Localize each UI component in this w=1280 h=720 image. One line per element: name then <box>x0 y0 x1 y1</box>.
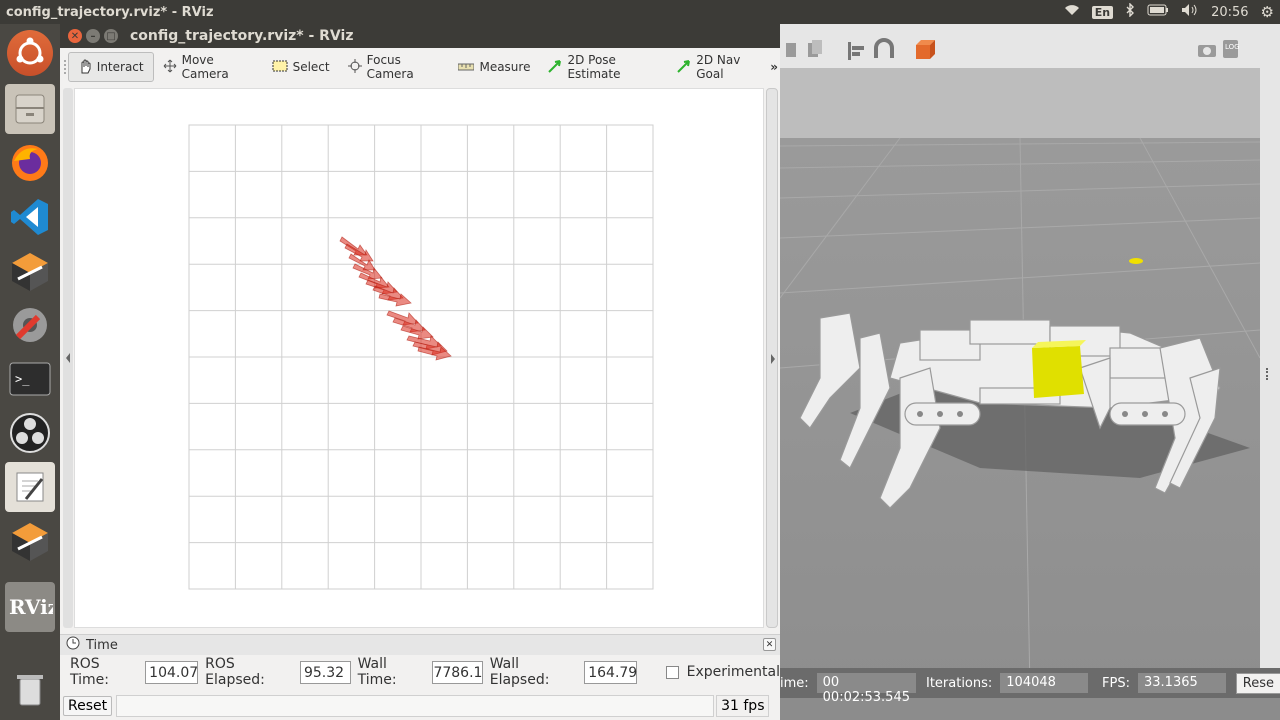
rviz-status-bar: Reset 31 fps <box>60 692 780 720</box>
tool-measure-label: Measure <box>479 60 531 74</box>
gazebo-view-angle-icon <box>916 40 935 59</box>
left-panel-collapse-handle[interactable] <box>63 88 73 628</box>
gazebo-copy-icon <box>786 40 822 57</box>
tool-focus-camera-label: Focus Camera <box>366 53 414 81</box>
vscode-icon[interactable] <box>5 192 55 242</box>
right-panel-collapse-handle[interactable] <box>766 88 778 628</box>
launcher-sidebar: >_ RViz <box>0 24 60 720</box>
ubuntu-dash-icon[interactable] <box>7 30 53 76</box>
minimize-window-icon[interactable]: – <box>86 29 100 43</box>
svg-text:LOG: LOG <box>1225 43 1240 51</box>
gazebo-app-icon-2[interactable] <box>5 516 55 566</box>
green-arrow-icon-2 <box>677 59 691 76</box>
gazebo-fps-value: 33.1365 <box>1138 673 1226 693</box>
move-arrows-icon <box>163 59 177 76</box>
text-editor-icon[interactable] <box>5 462 55 512</box>
grid <box>188 124 654 590</box>
system-tray: En 20:56 ⚙ <box>1064 0 1274 24</box>
ros-elapsed-label: ROS Elapsed: <box>205 656 265 688</box>
tool-select[interactable]: Select <box>263 52 339 82</box>
gazebo-app-icon[interactable] <box>5 246 55 296</box>
time-panel-header: Time ✕ <box>60 635 780 655</box>
close-panel-icon[interactable]: ✕ <box>763 638 776 651</box>
goal-marker <box>1129 258 1143 264</box>
trash-icon[interactable] <box>5 664 55 714</box>
ros-elapsed-field[interactable]: 95.32 <box>299 660 351 684</box>
crosshair-icon <box>347 58 362 76</box>
status-message-area <box>116 695 715 717</box>
ruler-icon <box>457 60 475 74</box>
gazebo-log-icon: LOG <box>1223 40 1240 58</box>
clock[interactable]: 20:56 <box>1211 5 1248 20</box>
terminal-icon[interactable]: >_ <box>5 354 55 404</box>
tool-select-label: Select <box>292 60 330 74</box>
time-panel: Time ✕ ROS Time: 104.07 ROS Elapsed: 95.… <box>60 634 780 690</box>
tool-interact[interactable]: Interact <box>67 52 154 82</box>
system-top-bar: config_trajectory.rviz* - RViz En 20:56 … <box>0 0 1280 24</box>
tool-2d-pose-estimate-label: 2D Pose Estimate <box>567 53 621 81</box>
rviz-title-bar: ✕ – □ config_trajectory.rviz* - RViz <box>60 24 780 48</box>
tool-focus-camera[interactable]: Focus Camera <box>339 52 450 82</box>
software-updater-icon[interactable] <box>5 300 55 350</box>
keyboard-layout-indicator[interactable]: En <box>1091 5 1114 19</box>
svg-text:>_: >_ <box>15 372 30 386</box>
gazebo-fps-label: FPS: <box>1102 675 1130 691</box>
iterations-label: Iterations: <box>925 675 993 691</box>
rviz-window: ✕ – □ config_trajectory.rviz* - RViz Int… <box>60 24 780 720</box>
sim-time-value: 00 00:02:53.545 <box>816 673 916 705</box>
tool-interact-label: Interact <box>96 60 144 74</box>
wifi-icon[interactable] <box>1064 4 1080 20</box>
active-window-title: config_trajectory.rviz* - RViz <box>6 4 214 20</box>
gazebo-align-icon <box>848 42 864 60</box>
gazebo-side-panel-handle[interactable] <box>1260 68 1280 692</box>
green-arrow-icon <box>548 59 562 76</box>
svg-text:RViz: RViz <box>9 595 53 619</box>
time-panel-fields: ROS Time: 104.07 ROS Elapsed: 95.32 Wall… <box>60 655 780 689</box>
experimental-label: Experimental <box>686 664 780 680</box>
wall-elapsed-label: Wall Elapsed: <box>489 656 550 688</box>
rviz-window-title: config_trajectory.rviz* - RViz <box>130 28 354 44</box>
file-cabinet-icon[interactable] <box>5 84 55 134</box>
reset-button[interactable]: Reset <box>63 696 113 716</box>
settings-gear-icon[interactable]: ⚙ <box>1261 3 1274 21</box>
tool-2d-pose-estimate[interactable]: 2D Pose Estimate <box>539 52 668 82</box>
bluetooth-icon[interactable] <box>1125 2 1135 21</box>
ros-time-field[interactable]: 104.07 <box>145 660 199 684</box>
select-rectangle-icon <box>272 60 288 75</box>
toolbar-more-button[interactable]: » <box>770 60 778 74</box>
wall-time-label: Wall Time: <box>357 656 397 688</box>
rviz-app-icon[interactable]: RViz <box>5 582 55 632</box>
rviz-toolbar: Interact Move Camera Select Focus Camera… <box>60 48 780 86</box>
maximize-window-icon[interactable]: □ <box>104 29 118 43</box>
close-window-icon[interactable]: ✕ <box>68 29 82 43</box>
sim-time-label: ime: <box>780 675 809 691</box>
gazebo-3d-scene[interactable] <box>780 68 1260 692</box>
gazebo-toolbar: LOG <box>780 24 1280 68</box>
gazebo-screenshot-icon <box>1198 45 1216 57</box>
experimental-checkbox[interactable] <box>666 665 679 679</box>
time-panel-title: Time <box>86 637 118 653</box>
tool-measure[interactable]: Measure <box>449 52 539 82</box>
gazebo-reset-button[interactable]: Rese <box>1235 672 1280 694</box>
volume-icon[interactable] <box>1181 3 1199 21</box>
wall-elapsed-field[interactable]: 164.79 <box>584 660 638 684</box>
iterations-value: 104048 <box>1000 673 1089 693</box>
battery-icon[interactable] <box>1147 4 1169 20</box>
rviz-3d-view[interactable] <box>74 88 764 628</box>
fps-indicator: 31 fps <box>716 695 770 717</box>
gazebo-snap-icon <box>874 38 894 58</box>
firefox-icon[interactable] <box>5 138 55 188</box>
gazebo-status-bar: ime: 00 00:02:53.545 Iterations: 104048 … <box>780 668 1280 705</box>
tool-2d-nav-goal[interactable]: 2D Nav Goal <box>668 52 770 82</box>
hand-pointer-icon <box>78 58 92 77</box>
obs-studio-icon[interactable] <box>5 408 55 458</box>
tool-move-camera-label: Move Camera <box>181 53 229 81</box>
gazebo-window: LOG ime: 00 00:02:53.545 Iterations: 104… <box>780 24 1280 720</box>
ros-time-label: ROS Time: <box>70 656 109 688</box>
clock-icon <box>66 636 80 654</box>
tool-move-camera[interactable]: Move Camera <box>154 52 263 82</box>
yellow-cube <box>1032 340 1086 398</box>
wall-time-field[interactable]: 7786.12 <box>432 660 483 684</box>
tool-2d-nav-goal-label: 2D Nav Goal <box>696 53 741 81</box>
